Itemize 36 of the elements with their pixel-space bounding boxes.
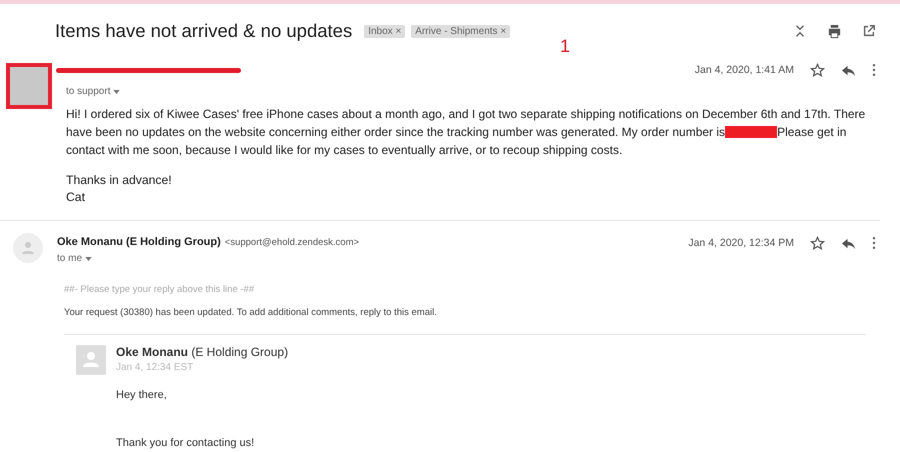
message-text: Please get in — [777, 124, 846, 141]
print-icon[interactable] — [827, 24, 842, 38]
avatar — [6, 63, 52, 109]
caret-icon — [113, 90, 120, 94]
comment-time: Jan 4, 12:34 EST — [116, 362, 194, 373]
label-chip[interactable]: Arrive - Shipments × — [411, 24, 510, 38]
star-icon[interactable] — [810, 236, 825, 251]
reply-icon[interactable] — [841, 236, 856, 251]
message-text: contact with me soon, because I would like for my cases to eventually arrive, or to recoup shipping costs. — [66, 142, 622, 159]
avatar-icon — [76, 345, 106, 375]
message-date: Jan 4, 2020, 1:41 AM — [694, 64, 794, 76]
message-date: Jan 4, 2020, 12:34 PM — [688, 237, 794, 249]
star-icon[interactable] — [810, 63, 825, 78]
comment-text: Hey there, — [116, 389, 168, 401]
message-text: have been no updates on the website concerning either order since the tracking number was generated. My order number is — [66, 124, 726, 141]
collapse-icon[interactable] — [793, 24, 807, 38]
author-name: Oke Monanu (E Holding Group) — [116, 345, 288, 359]
caret-icon — [84, 257, 92, 261]
more-icon[interactable] — [872, 63, 876, 77]
annotation-number: 1 — [560, 36, 570, 57]
signature-text: Cat — [66, 190, 86, 204]
comment-text: Thank you for contacting us! — [116, 437, 256, 449]
more-icon[interactable] — [872, 236, 876, 250]
label-chip[interactable]: Inbox × — [364, 24, 406, 38]
closing-text: Thanks in advance! — [66, 173, 173, 187]
sender-email: <support@ehold.zendesk.com> — [224, 237, 360, 248]
message-text: Hi! I ordered six of Kiwee Cases' free iPhone cases about a month ago, and I got two separate shipping notifications on December 6th and 17th. There — [66, 106, 866, 123]
avatar-icon — [13, 233, 43, 263]
email-subject: Items have not arrived & no updates — [55, 20, 352, 42]
reply-icon[interactable] — [841, 63, 856, 78]
update-note: Your request (30380) has been updated. To add additional comments, reply to this email. — [64, 307, 438, 318]
recipient-dropdown[interactable]: to me — [57, 253, 92, 264]
open-new-window-icon[interactable] — [862, 24, 876, 38]
sender-name: Oke Monanu (E Holding Group) — [57, 236, 221, 248]
reply-line-text: ##- Please type your reply above this line -## — [64, 284, 256, 295]
recipient-dropdown[interactable]: to support — [66, 86, 120, 97]
